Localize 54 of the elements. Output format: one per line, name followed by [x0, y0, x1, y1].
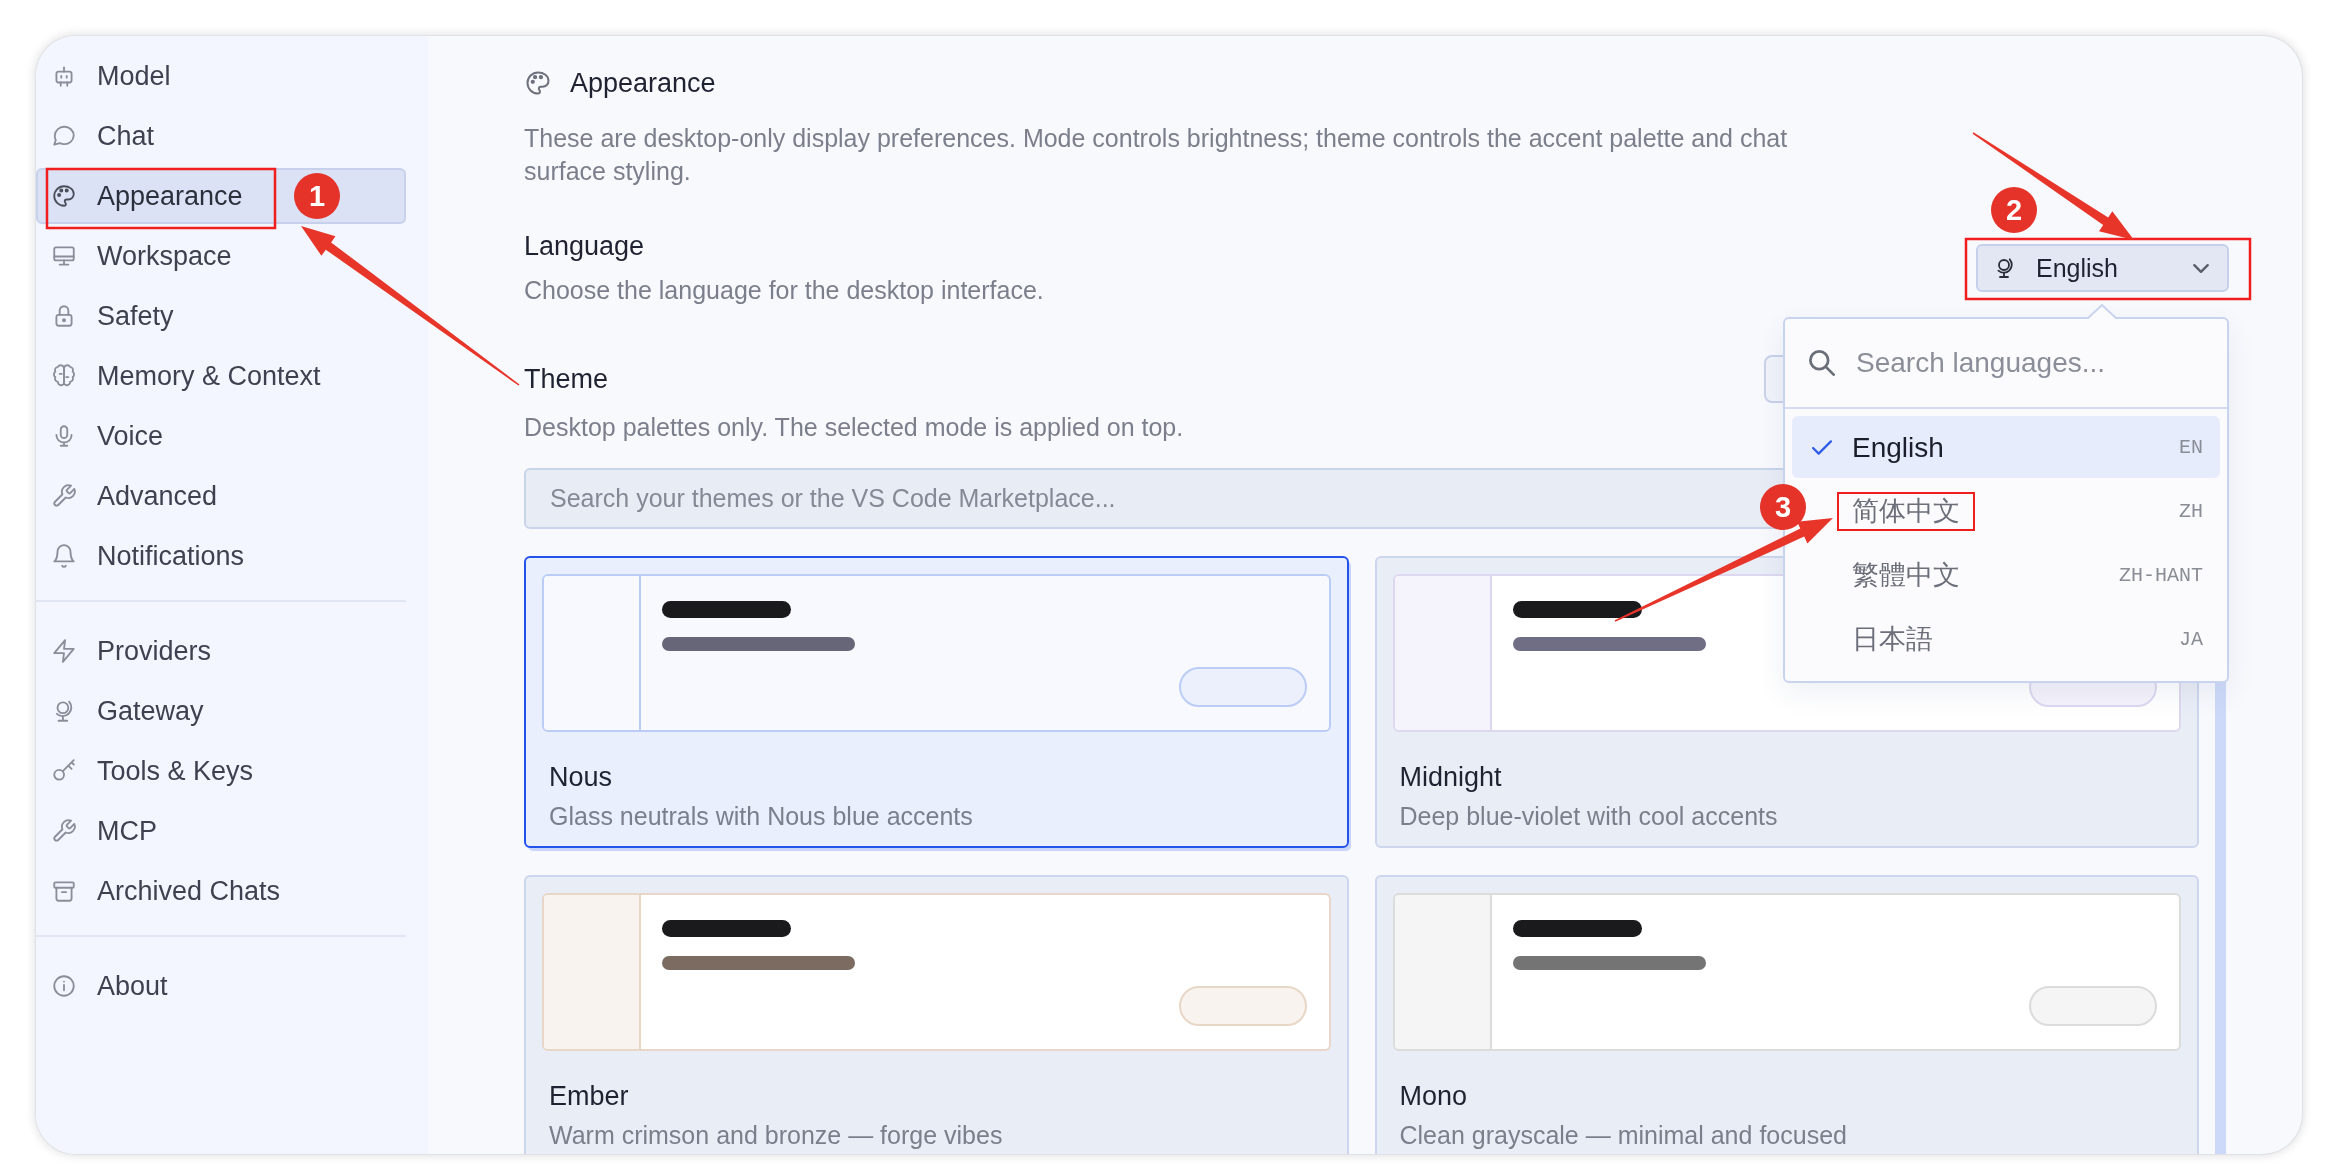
- sidebar-item[interactable]: Workspace: [36, 228, 406, 284]
- sidebar-item[interactable]: Advanced: [36, 468, 406, 524]
- sidebar-item[interactable]: Notifications: [36, 528, 406, 584]
- section-title: Appearance: [570, 67, 716, 100]
- theme-description: Warm crimson and bronze — forge vibes: [549, 1120, 1004, 1151]
- palette-icon: [524, 69, 552, 97]
- monitor-icon: [51, 243, 77, 269]
- theme-description: Clean grayscale — minimal and focused: [1399, 1120, 1848, 1151]
- check-icon: [1812, 439, 1832, 455]
- language-option[interactable]: English EN: [1792, 416, 2220, 478]
- setting-label: Language: [524, 230, 646, 263]
- language-code: EN: [2179, 435, 2203, 459]
- search-icon: [1809, 350, 1835, 376]
- theme-description: Deep blue-violet with cool accents: [1399, 801, 1779, 832]
- language-name: 繁體中文: [1852, 559, 1960, 591]
- sidebar-item[interactable]: Model: [36, 48, 406, 104]
- sidebar-item[interactable]: Providers: [36, 623, 406, 679]
- sidebar-item[interactable]: Gateway: [36, 683, 406, 739]
- language-name: 简体中文: [1851, 495, 1960, 527]
- palette-icon: [51, 183, 77, 209]
- sidebar-item[interactable]: About: [36, 958, 406, 1014]
- theme-name: Nous: [549, 761, 614, 794]
- brain-icon: [51, 363, 77, 389]
- language-search-field[interactable]: Search languages...: [1856, 343, 2211, 383]
- sidebar-item[interactable]: Memory & Context: [36, 348, 406, 404]
- language-select[interactable]: English: [1976, 244, 2229, 292]
- info-icon: [51, 973, 77, 999]
- chat-bubble-icon: [51, 123, 77, 149]
- setting-label: Theme: [524, 363, 609, 396]
- theme-card[interactable]: Mono Clean grayscale — minimal and focused: [1374, 875, 2199, 1154]
- theme-name: Midnight: [1399, 761, 1503, 794]
- theme-name: Mono: [1399, 1080, 1469, 1113]
- section-description: These are desktop-only display preferences. Mode controls brightness; theme controls the accent palette and chat surface styling.: [524, 123, 1789, 187]
- key-icon: [51, 758, 77, 784]
- language-name: 日本語: [1852, 623, 1933, 655]
- theme-card[interactable]: Ember Warm crimson and bronze — forge vibes: [524, 875, 1349, 1154]
- sidebar-item[interactable]: Chat: [36, 108, 406, 164]
- theme-name: Ember: [549, 1080, 630, 1113]
- sidebar-item[interactable]: Archived Chats: [36, 863, 406, 919]
- sidebar-item[interactable]: Safety: [36, 288, 406, 344]
- wrench-icon: [51, 483, 77, 509]
- lightning-icon: [51, 638, 77, 664]
- theme-description: Glass neutrals with Nous blue accents: [549, 801, 974, 832]
- theme-card[interactable]: Nous Glass neutrals with Nous blue accents: [524, 556, 1349, 848]
- language-name: English: [1852, 431, 1944, 463]
- wrench-icon: [51, 818, 77, 844]
- bell-icon: [51, 543, 77, 569]
- chevron-down-icon: [2193, 262, 2209, 274]
- archive-box-icon: [51, 878, 77, 904]
- setting-description: Desktop palettes only. The selected mode is applied on top.: [524, 412, 1185, 443]
- sidebar-item[interactable]: Tools & Keys: [36, 743, 406, 799]
- setting-description: Choose the language for the desktop interface.: [524, 275, 1044, 306]
- sidebar-item[interactable]: MCP: [36, 803, 406, 859]
- sidebar-item[interactable]: Voice: [36, 408, 406, 464]
